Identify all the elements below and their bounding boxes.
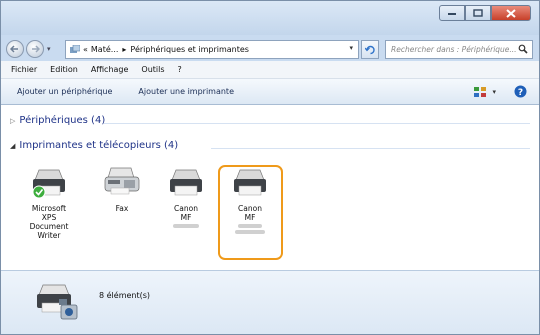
group-divider bbox=[104, 123, 530, 124]
group-printers-label: Imprimantes et télécopieurs (4) bbox=[19, 140, 179, 151]
address-dropdown-icon[interactable]: ▾ bbox=[349, 44, 353, 52]
control-panel-icon bbox=[70, 45, 80, 53]
search-input[interactable]: Rechercher dans : Périphérique... bbox=[385, 40, 533, 59]
breadcrumb-1[interactable]: Maté... bbox=[91, 45, 119, 54]
group-divider bbox=[211, 148, 530, 149]
expand-arrow-icon[interactable]: ▷ bbox=[10, 117, 15, 125]
breadcrumb-separator[interactable]: ▸ bbox=[122, 45, 126, 54]
address-bar[interactable]: « Maté... ▸ Périphériques et imprimantes… bbox=[65, 40, 359, 59]
view-options-icon[interactable] bbox=[474, 86, 488, 98]
menu-bar: Fichier Edition Affichage Outils ? bbox=[1, 61, 539, 79]
window-controls bbox=[439, 5, 531, 21]
device-label-line: Document bbox=[29, 222, 69, 231]
printer-icon bbox=[170, 169, 202, 196]
maximize-button[interactable] bbox=[465, 5, 491, 21]
search-icon[interactable] bbox=[518, 44, 528, 54]
device-label-line: Canon bbox=[174, 204, 198, 213]
device-label-line: Microsoft bbox=[31, 204, 67, 213]
maximize-icon bbox=[473, 9, 483, 17]
printer-item-canon-2[interactable]: Canon MF bbox=[223, 164, 277, 234]
menu-fichier[interactable]: Fichier bbox=[11, 65, 37, 74]
add-printer-button[interactable]: Ajouter une imprimante bbox=[138, 87, 234, 96]
address-row: ▾ « Maté... ▸ Périphériques et imprimant… bbox=[1, 35, 539, 61]
menu-affichage[interactable]: Affichage bbox=[91, 65, 129, 74]
svg-text:?: ? bbox=[518, 88, 523, 98]
group-devices-label: Périphériques (4) bbox=[19, 115, 106, 126]
back-arrow-icon bbox=[10, 45, 18, 53]
details-pane: 8 élément(s) bbox=[1, 270, 539, 334]
device-label-line: XPS bbox=[41, 213, 57, 222]
forward-arrow-icon bbox=[32, 45, 40, 53]
blurred-model-text bbox=[238, 224, 262, 228]
device-label-line: MF bbox=[180, 213, 192, 222]
menu-outils[interactable]: Outils bbox=[141, 65, 164, 74]
menu-edition[interactable]: Edition bbox=[50, 65, 78, 74]
close-button[interactable] bbox=[491, 5, 531, 21]
blurred-model-text bbox=[235, 230, 265, 234]
forward-button[interactable] bbox=[26, 40, 44, 58]
close-icon bbox=[506, 8, 516, 18]
help-icon[interactable]: ? bbox=[514, 85, 527, 98]
printer-icon bbox=[32, 169, 65, 199]
devices-printers-icon bbox=[37, 284, 78, 320]
group-printers[interactable]: ◢ Imprimantes et télécopieurs (4) bbox=[10, 140, 178, 151]
blurred-model-text bbox=[173, 224, 199, 228]
printer-item-xps[interactable]: Microsoft XPS Document Writer bbox=[22, 164, 76, 240]
group-devices[interactable]: ▷ Périphériques (4) bbox=[10, 115, 105, 126]
back-button[interactable] bbox=[6, 40, 24, 58]
address-prefix: « bbox=[83, 45, 88, 54]
search-placeholder: Rechercher dans : Périphérique... bbox=[391, 45, 517, 54]
printer-item-canon-1[interactable]: Canon MF bbox=[159, 164, 213, 228]
printer-icon bbox=[234, 169, 266, 196]
title-bar bbox=[1, 1, 539, 35]
minimize-icon bbox=[448, 13, 456, 15]
device-label-line: Canon bbox=[238, 204, 262, 213]
breadcrumb-2[interactable]: Périphériques et imprimantes bbox=[130, 45, 249, 54]
item-count: 8 élément(s) bbox=[99, 291, 151, 300]
toolbar-right: ▾ ? bbox=[474, 85, 527, 98]
menu-help[interactable]: ? bbox=[178, 65, 182, 74]
add-device-button[interactable]: Ajouter un périphérique bbox=[17, 87, 112, 96]
printer-item-fax[interactable]: Fax bbox=[95, 164, 149, 213]
minimize-button[interactable] bbox=[439, 5, 465, 21]
recent-pages-dropdown[interactable]: ▾ bbox=[47, 45, 51, 53]
refresh-icon bbox=[364, 45, 375, 54]
explorer-window: ▾ « Maté... ▸ Périphériques et imprimant… bbox=[0, 0, 540, 335]
collapse-arrow-icon[interactable]: ◢ bbox=[10, 142, 15, 150]
device-label-line: Fax bbox=[115, 204, 129, 213]
fax-icon bbox=[104, 167, 140, 195]
device-label-line: MF bbox=[244, 213, 256, 222]
view-dropdown-icon[interactable]: ▾ bbox=[492, 88, 496, 96]
command-bar: Ajouter un périphérique Ajouter une impr… bbox=[1, 79, 539, 105]
refresh-button[interactable] bbox=[361, 40, 379, 59]
device-label-line: Writer bbox=[37, 231, 61, 240]
